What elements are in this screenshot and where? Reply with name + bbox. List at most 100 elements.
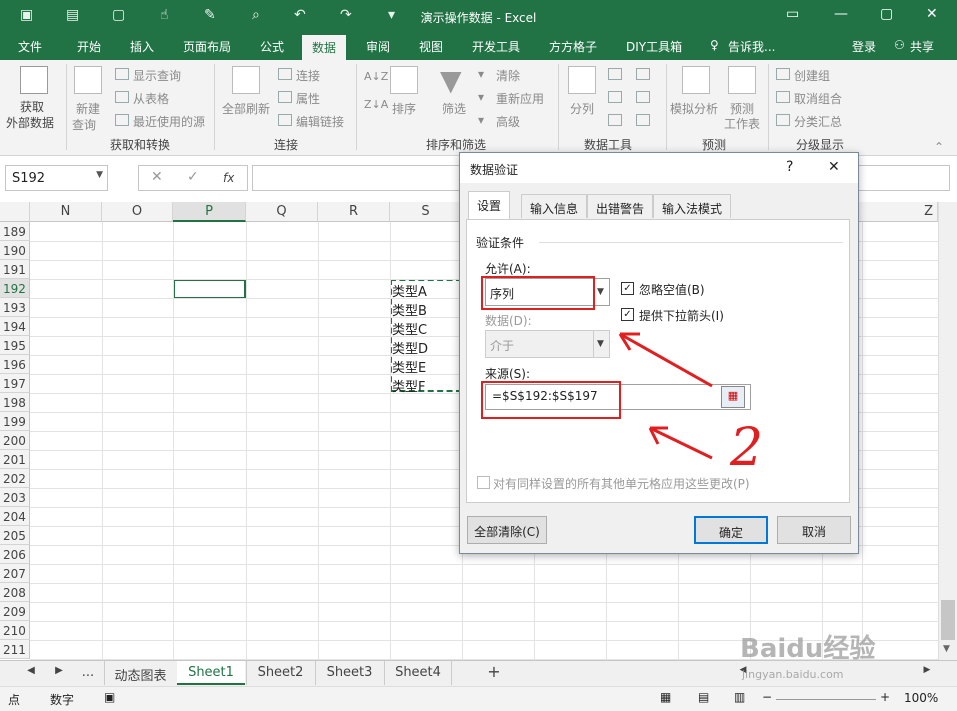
- sheet-tab-sheet1[interactable]: Sheet1: [177, 661, 245, 685]
- share-button[interactable]: 共享: [910, 38, 934, 55]
- dialog-close-button[interactable]: ✕: [828, 159, 840, 175]
- collapse-ribbon-icon[interactable]: ⌃: [934, 140, 944, 154]
- row-header-206[interactable]: 206: [0, 545, 30, 564]
- row-header-197[interactable]: 197: [0, 374, 30, 393]
- ungroup-button[interactable]: 取消组合: [794, 90, 842, 107]
- select-all-button[interactable]: [0, 202, 30, 222]
- reapply-button[interactable]: 重新应用: [496, 90, 544, 107]
- tab-file[interactable]: 文件: [18, 38, 42, 55]
- sort-icon[interactable]: [390, 66, 418, 94]
- row-header-198[interactable]: 198: [0, 393, 30, 412]
- chevron-down-icon[interactable]: ▼: [96, 170, 103, 180]
- close-button[interactable]: ✕: [926, 6, 938, 22]
- prev-sheet-icon[interactable]: ◀: [24, 661, 38, 685]
- page-break-view-icon[interactable]: ▥: [734, 690, 745, 704]
- sort-za-icon[interactable]: Z↓A: [364, 98, 388, 111]
- ignore-blank-checkbox[interactable]: ✓: [621, 282, 634, 295]
- tab-settings[interactable]: 设置: [468, 191, 511, 220]
- col-header-n[interactable]: N: [30, 202, 102, 222]
- forecast-sheet-icon[interactable]: [728, 66, 756, 94]
- row-header-200[interactable]: 200: [0, 431, 30, 450]
- scroll-thumb[interactable]: [941, 600, 955, 640]
- col-header-r[interactable]: R: [318, 202, 390, 222]
- tell-me-box[interactable]: 告诉我...: [728, 38, 775, 55]
- new-query-icon[interactable]: [74, 66, 102, 94]
- scroll-down-icon[interactable]: ▼: [943, 644, 950, 654]
- filter-icon[interactable]: ▼: [440, 64, 462, 97]
- subtotal-button[interactable]: 分类汇总: [794, 113, 842, 130]
- row-header-194[interactable]: 194: [0, 317, 30, 336]
- minimize-button[interactable]: —: [834, 6, 848, 22]
- query-label[interactable]: 查询: [72, 116, 96, 133]
- tab-ime-mode[interactable]: 输入法模式: [653, 194, 732, 218]
- sort-button[interactable]: 排序: [392, 100, 416, 117]
- recent-sources-button[interactable]: 最近使用的源: [133, 113, 205, 130]
- manage-data-model-icon[interactable]: [636, 114, 650, 126]
- tab-error-alert[interactable]: 出错警告: [587, 194, 654, 218]
- forecast-sheet-label[interactable]: 工作表: [724, 115, 760, 132]
- col-header-z[interactable]: Z: [862, 202, 938, 222]
- properties-button[interactable]: 属性: [296, 90, 320, 107]
- tab-home[interactable]: 开始: [77, 38, 101, 55]
- sheet-tab-sheet4[interactable]: Sheet4: [384, 661, 452, 685]
- zoom-slider[interactable]: [776, 699, 876, 700]
- tab-fangfang[interactable]: 方方格子: [549, 38, 597, 55]
- tab-data[interactable]: 数据: [302, 35, 347, 60]
- col-header-s[interactable]: S: [390, 202, 462, 222]
- row-header-199[interactable]: 199: [0, 412, 30, 431]
- row-header-190[interactable]: 190: [0, 241, 30, 260]
- row-header-205[interactable]: 205: [0, 526, 30, 545]
- sort-az-icon[interactable]: A↓Z: [364, 70, 388, 83]
- insert-function-icon[interactable]: fx: [223, 171, 234, 185]
- zoom-level[interactable]: 100%: [904, 691, 938, 705]
- row-header-202[interactable]: 202: [0, 469, 30, 488]
- row-header-203[interactable]: 203: [0, 488, 30, 507]
- tab-input-message[interactable]: 输入信息: [521, 194, 588, 218]
- sheet-tab-sheet2[interactable]: Sheet2: [246, 661, 314, 685]
- tab-insert[interactable]: 插入: [130, 38, 154, 55]
- add-sheet-button[interactable]: +: [484, 661, 504, 685]
- sheet-tab-dynamic-chart[interactable]: 动态图表: [104, 661, 176, 685]
- get-external-data-icon[interactable]: [20, 66, 48, 94]
- tab-formulas[interactable]: 公式: [260, 38, 284, 55]
- show-query-button[interactable]: 显示查询: [133, 67, 181, 84]
- row-header-210[interactable]: 210: [0, 621, 30, 640]
- next-sheet-icon[interactable]: ▶: [52, 661, 66, 685]
- filter-button[interactable]: 筛选: [442, 100, 466, 117]
- relationships-icon[interactable]: [636, 91, 650, 103]
- sheet-tab-sheet3[interactable]: Sheet3: [315, 661, 383, 685]
- row-header-208[interactable]: 208: [0, 583, 30, 602]
- external-data-label[interactable]: 外部数据: [6, 114, 54, 131]
- edit-links-button[interactable]: 编辑链接: [296, 113, 344, 130]
- refresh-all-label[interactable]: 全部刷新: [222, 100, 270, 117]
- row-header-195[interactable]: 195: [0, 336, 30, 355]
- name-box[interactable]: S192 ▼: [5, 165, 108, 191]
- tab-developer[interactable]: 开发工具: [472, 38, 520, 55]
- chevron-down-icon[interactable]: ▼: [593, 279, 609, 305]
- col-header-q[interactable]: Q: [246, 202, 318, 222]
- login-link[interactable]: 登录: [852, 38, 876, 55]
- col-header-p[interactable]: P: [173, 202, 246, 222]
- active-cell[interactable]: [173, 279, 246, 299]
- clear-filter-button[interactable]: 清除: [496, 67, 520, 84]
- row-header-201[interactable]: 201: [0, 450, 30, 469]
- consolidate-icon[interactable]: [636, 68, 650, 80]
- cancel-icon[interactable]: ✕: [151, 169, 163, 185]
- scroll-right-icon[interactable]: ▶: [922, 661, 932, 685]
- row-header-192[interactable]: 192: [0, 279, 30, 298]
- row-header-207[interactable]: 207: [0, 564, 30, 583]
- flash-fill-icon[interactable]: [608, 68, 622, 80]
- tab-diy-tools[interactable]: DIY工具箱: [626, 38, 682, 55]
- ribbon-display-icon[interactable]: ▭: [786, 6, 799, 22]
- col-header-o[interactable]: O: [102, 202, 173, 222]
- ok-button[interactable]: 确定: [694, 516, 768, 544]
- row-header-193[interactable]: 193: [0, 298, 30, 317]
- maximize-button[interactable]: ▢: [880, 6, 893, 22]
- help-button[interactable]: ?: [786, 159, 793, 175]
- what-if-icon[interactable]: [682, 66, 710, 94]
- data-validation-icon[interactable]: [608, 114, 622, 126]
- clear-all-button[interactable]: 全部清除(C): [467, 516, 547, 544]
- advanced-filter-button[interactable]: 高级: [496, 113, 520, 130]
- tab-review[interactable]: 审阅: [366, 38, 390, 55]
- zoom-in-icon[interactable]: +: [880, 690, 890, 704]
